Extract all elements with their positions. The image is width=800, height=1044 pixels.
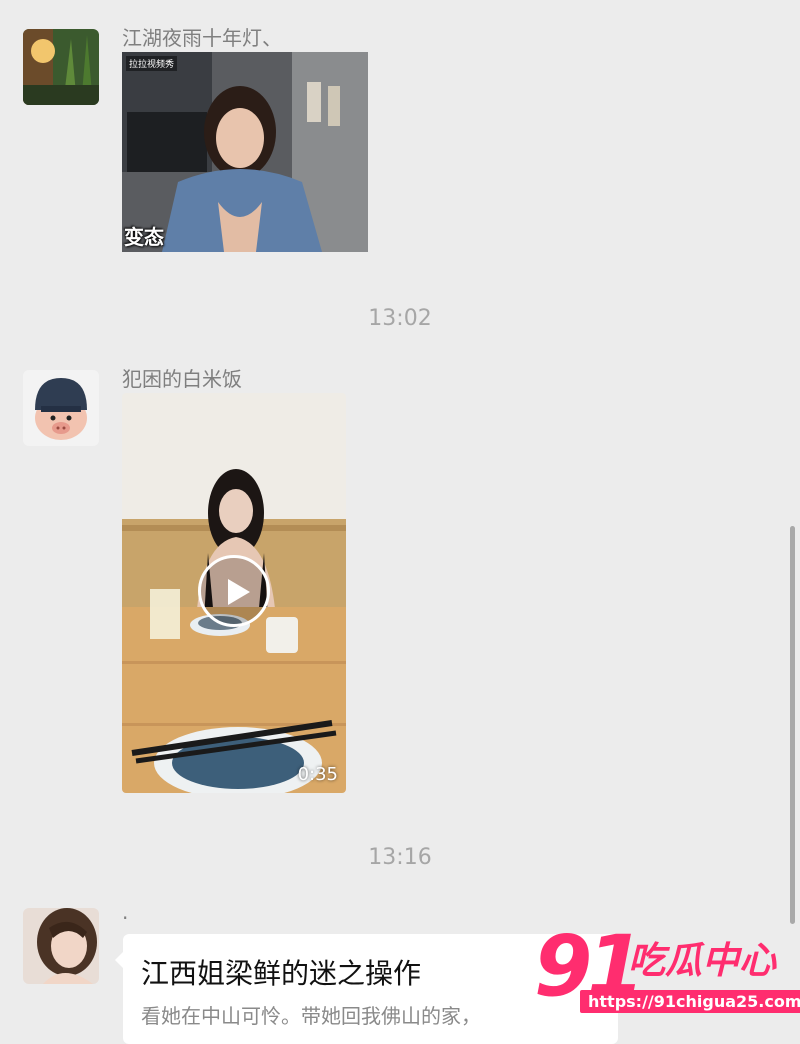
timestamp: 13:16: [368, 845, 432, 870]
sender-name: .: [122, 900, 129, 924]
scrollbar[interactable]: [790, 526, 795, 924]
avatar-jianghu[interactable]: [23, 29, 99, 105]
link-description: 看她在中山可怜。带她回我佛山的家，: [141, 1004, 481, 1028]
bubble-pointer: [115, 952, 123, 968]
video-message[interactable]: 0:35: [122, 393, 346, 793]
sender-name: 犯困的白米饭: [122, 367, 242, 391]
sender-name: 江湖夜雨十年灯、: [122, 26, 282, 50]
avatar-third-user[interactable]: [23, 908, 99, 984]
watermark-logo: 91 吃瓜中心 https://91chigua25.com: [534, 918, 800, 1028]
gif-caption: 变态: [124, 225, 164, 249]
timestamp: 13:02: [368, 306, 432, 331]
watermark-url: https://91chigua25.com: [580, 990, 800, 1013]
gif-message[interactable]: 拉拉视频秀 变态: [122, 52, 368, 252]
play-icon[interactable]: [198, 555, 270, 627]
watermark-name: 吃瓜中心: [628, 939, 776, 982]
avatar-fankun[interactable]: [23, 370, 99, 446]
gif-source-tag: 拉拉视频秀: [126, 56, 178, 71]
video-duration: 0:35: [297, 764, 338, 785]
link-title: 江西姐梁鲜的迷之操作: [141, 957, 422, 990]
